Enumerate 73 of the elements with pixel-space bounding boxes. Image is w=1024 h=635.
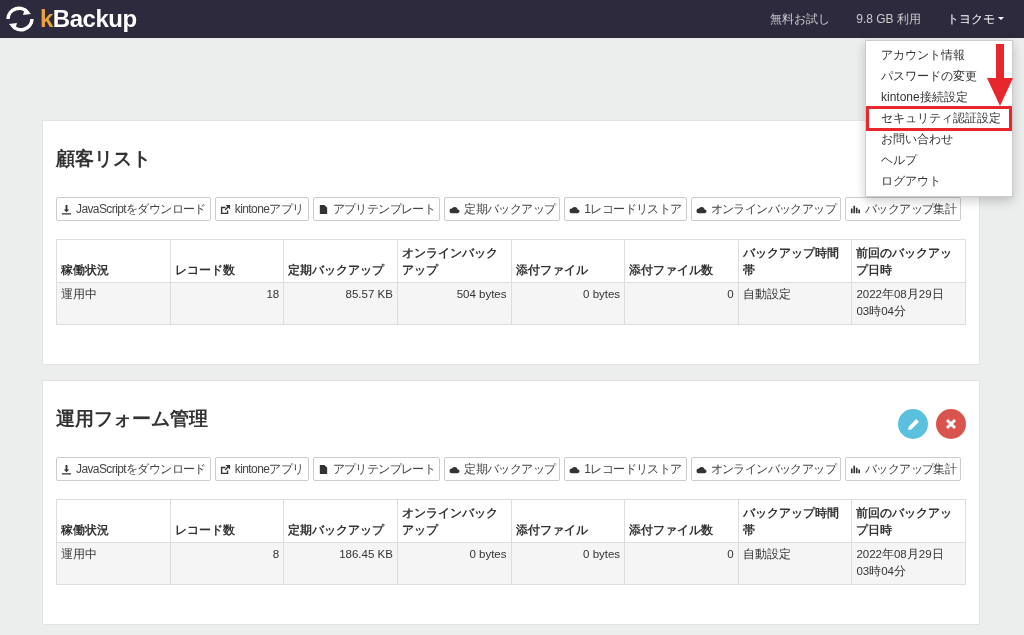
table-cell: 2022年08月29日 03時04分 bbox=[851, 542, 966, 585]
pencil-icon bbox=[906, 417, 920, 431]
usage-link[interactable]: 9.8 GB 利用 bbox=[856, 10, 921, 28]
bar-chart-icon bbox=[850, 203, 862, 215]
table-cell: 0 bytes bbox=[511, 542, 625, 585]
toolbar-button[interactable]: kintoneアプリ bbox=[214, 197, 309, 221]
table-cell: 0 bbox=[624, 542, 739, 585]
toolbar-button[interactable]: JavaScriptをダウンロード bbox=[56, 457, 211, 481]
column-header: 定期バックアップ bbox=[283, 499, 398, 543]
app-title: 運用フォーム管理 bbox=[56, 409, 208, 428]
column-header: 前回のバックアップ日時 bbox=[851, 239, 966, 283]
column-header: 稼働状況 bbox=[56, 499, 171, 543]
file-icon bbox=[317, 463, 329, 475]
menu-item[interactable]: ログアウト bbox=[866, 171, 941, 192]
toolbar-button[interactable]: 1レコードリストア bbox=[564, 457, 687, 481]
column-header: 添付ファイル数 bbox=[624, 239, 739, 283]
table-cell: 18 bbox=[170, 282, 284, 325]
toolbar-button[interactable]: 定期バックアップ bbox=[444, 197, 561, 221]
toolbar-button[interactable]: アプリテンプレート bbox=[312, 197, 441, 221]
menu-item[interactable]: パスワードの変更 bbox=[866, 66, 977, 87]
table-cell: 85.57 KB bbox=[283, 282, 398, 325]
file-icon bbox=[317, 203, 329, 215]
sync-icon bbox=[4, 5, 36, 33]
column-header: 稼働状況 bbox=[56, 239, 171, 283]
trial-link[interactable]: 無料お試し bbox=[770, 10, 831, 28]
edit-button[interactable] bbox=[898, 409, 928, 439]
download-icon bbox=[61, 203, 72, 215]
table-cell: 0 bytes bbox=[397, 542, 511, 585]
close-icon bbox=[945, 418, 957, 430]
app-title: 顧客リスト bbox=[56, 149, 151, 168]
toolbar-button[interactable]: JavaScriptをダウンロード bbox=[56, 197, 211, 221]
column-header: 添付ファイル数 bbox=[624, 499, 739, 543]
external-link-icon bbox=[219, 463, 231, 475]
table-cell: 運用中 bbox=[56, 282, 171, 325]
toolbar-button[interactable]: 1レコードリストア bbox=[564, 197, 687, 221]
column-header: 定期バックアップ bbox=[283, 239, 398, 283]
annotation-arrow bbox=[987, 44, 1013, 106]
bar-chart-icon bbox=[850, 463, 862, 475]
toolbar-button[interactable]: kintoneアプリ bbox=[214, 457, 309, 481]
column-header: オンラインバックアップ bbox=[397, 239, 511, 283]
table-cell: 2022年08月29日 03時04分 bbox=[851, 282, 966, 325]
user-menu-toggle[interactable]: トヨクモ bbox=[946, 10, 1004, 28]
toolbar-button[interactable]: アプリテンプレート bbox=[312, 457, 441, 481]
table-cell: 自動設定 bbox=[738, 542, 852, 585]
toolbar-button[interactable]: オンラインバックアップ bbox=[690, 457, 842, 481]
table-cell: 0 bytes bbox=[511, 282, 625, 325]
table-cell: 8 bbox=[170, 542, 284, 585]
toolbar-button[interactable]: バックアップ集計 bbox=[845, 457, 962, 481]
delete-button[interactable] bbox=[936, 409, 966, 439]
toolbar-button[interactable]: オンラインバックアップ bbox=[690, 197, 842, 221]
toolbar-button[interactable]: バックアップ集計 bbox=[845, 197, 962, 221]
table-cell: 0 bbox=[624, 282, 739, 325]
menu-item[interactable]: アカウント情報 bbox=[866, 45, 965, 66]
menu-item[interactable]: ヘルプ bbox=[866, 150, 917, 171]
table-cell: 運用中 bbox=[56, 542, 171, 585]
toolbar-button[interactable]: 定期バックアップ bbox=[444, 457, 561, 481]
external-link-icon bbox=[219, 203, 231, 215]
column-header: バックアップ時間帯 bbox=[738, 499, 852, 543]
menu-item[interactable]: kintone接続設定 bbox=[866, 87, 968, 108]
column-header: レコード数 bbox=[170, 239, 284, 283]
column-header: 添付ファイル bbox=[511, 499, 625, 543]
column-header: バックアップ時間帯 bbox=[738, 239, 852, 283]
column-header: オンラインバックアップ bbox=[397, 499, 511, 543]
table-cell: 504 bytes bbox=[397, 282, 511, 325]
logo[interactable]: kBackup bbox=[40, 1, 137, 37]
table-cell: 自動設定 bbox=[738, 282, 852, 325]
download-icon bbox=[61, 463, 72, 475]
menu-item[interactable]: セキュリティ認証設定 bbox=[868, 108, 1010, 129]
column-header: 添付ファイル bbox=[511, 239, 625, 283]
table-cell: 186.45 KB bbox=[283, 542, 398, 585]
menu-item[interactable]: お問い合わせ bbox=[866, 129, 953, 150]
column-header: 前回のバックアップ日時 bbox=[851, 499, 966, 543]
column-header: レコード数 bbox=[170, 499, 284, 543]
